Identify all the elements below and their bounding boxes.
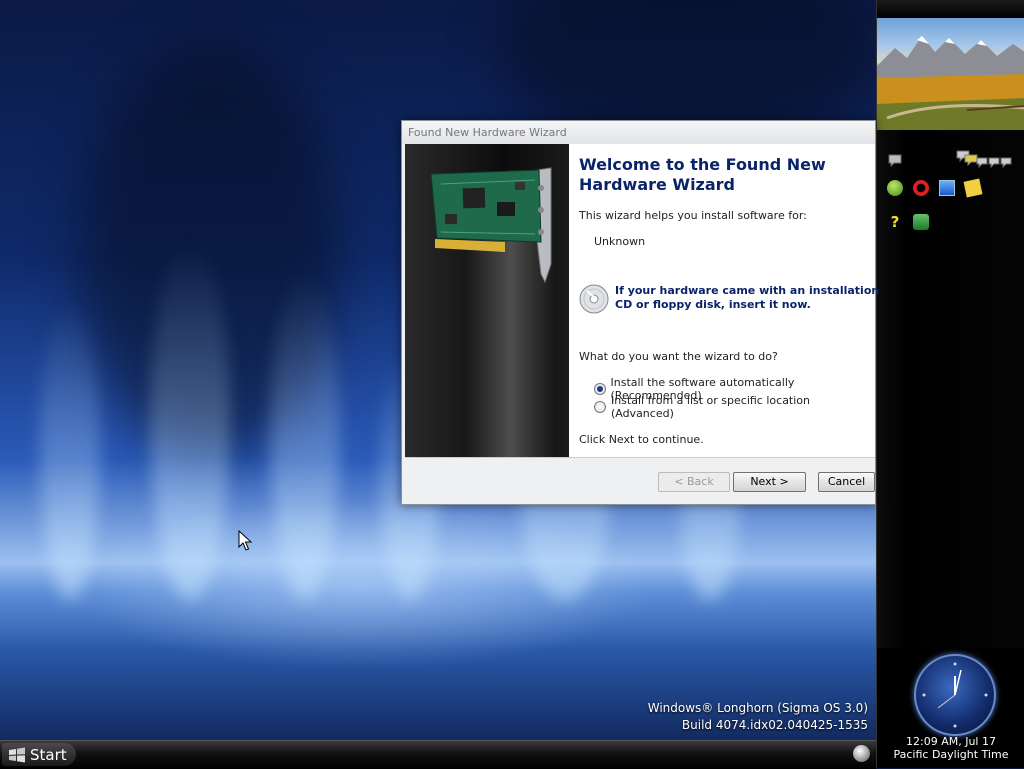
monitor-icon[interactable] [939, 180, 955, 196]
notes-icon[interactable] [963, 178, 983, 198]
device-name: Unknown [594, 235, 646, 248]
cd-prompt-text: If your hardware came with an installati… [615, 284, 880, 311]
watermark-line-2: Build 4074.idx02.040425-1535 [681, 718, 868, 732]
wizard-question: What do you want the wizard to do? [579, 350, 778, 363]
clock-gadget[interactable]: 12:09 AM, Jul 17 Pacific Daylight Time [877, 648, 1024, 768]
wizard-button-bar: < Back Next > Cancel [405, 457, 875, 504]
quick-launch-row [877, 178, 1024, 198]
radio-advanced[interactable] [594, 401, 606, 413]
tray-orb-icon[interactable] [853, 745, 870, 762]
opera-icon[interactable] [913, 180, 929, 196]
wizard-side-banner [405, 144, 569, 457]
next-button[interactable]: Next > [733, 472, 806, 492]
hardware-wizard-window: Found New Hardware Wizard Welcome to the… [401, 120, 879, 505]
os-watermark: Windows® Longhorn (Sigma OS 3.0) Build 4… [648, 700, 868, 734]
help-icon[interactable]: ? [887, 214, 903, 230]
group-chat-icon [956, 150, 1012, 169]
sidebar: ? 12:09 AM, Jul 17 Pacific Daylight Time [876, 0, 1024, 768]
clock-time: 12:09 AM, Jul 17 [906, 735, 996, 748]
wizard-heading: Welcome to the Found New Hardware Wizard [579, 155, 826, 194]
status-row: ? [877, 214, 1024, 230]
window-title: Found New Hardware Wizard [408, 126, 567, 139]
wizard-intro: This wizard helps you install software f… [579, 209, 807, 222]
wizard-content: Welcome to the Found New Hardware Wizard… [569, 144, 879, 457]
clock-timezone: Pacific Daylight Time [893, 748, 1009, 761]
mouse-pointer-icon [238, 530, 252, 551]
cd-prompt-row: If your hardware came with an installati… [579, 284, 880, 314]
window-title-bar[interactable]: Found New Hardware Wizard [402, 121, 875, 144]
wallpaper-ray [270, 270, 340, 600]
taskbar: Start [0, 740, 876, 769]
option-advanced-label[interactable]: Install from a list or specific location… [611, 394, 875, 420]
clock-hands-icon [922, 662, 988, 728]
wallpaper-ray [40, 300, 100, 600]
cancel-button[interactable]: Cancel [818, 472, 875, 492]
cd-disc-icon [579, 284, 609, 314]
start-button[interactable]: Start [2, 743, 76, 766]
option-advanced[interactable]: Install from a list or specific location… [594, 394, 875, 420]
chat-bubble-icon [888, 154, 902, 168]
chat-tile[interactable] [877, 150, 1024, 170]
watermark-line-1: Windows® Longhorn (Sigma OS 3.0) [647, 701, 868, 715]
green-globe-icon[interactable] [887, 180, 903, 196]
network-card-icon [430, 167, 552, 284]
security-check-icon[interactable] [913, 214, 929, 230]
mountain-landscape-image [877, 36, 1024, 130]
windows-flag-icon [9, 747, 25, 762]
back-button[interactable]: < Back [658, 472, 730, 492]
continue-hint: Click Next to continue. [579, 433, 704, 446]
sidebar-header [877, 0, 1024, 18]
wallpaper-ray [150, 240, 230, 600]
start-label: Start [30, 745, 67, 764]
slideshow-tile[interactable] [877, 18, 1024, 130]
analog-clock [914, 654, 996, 736]
